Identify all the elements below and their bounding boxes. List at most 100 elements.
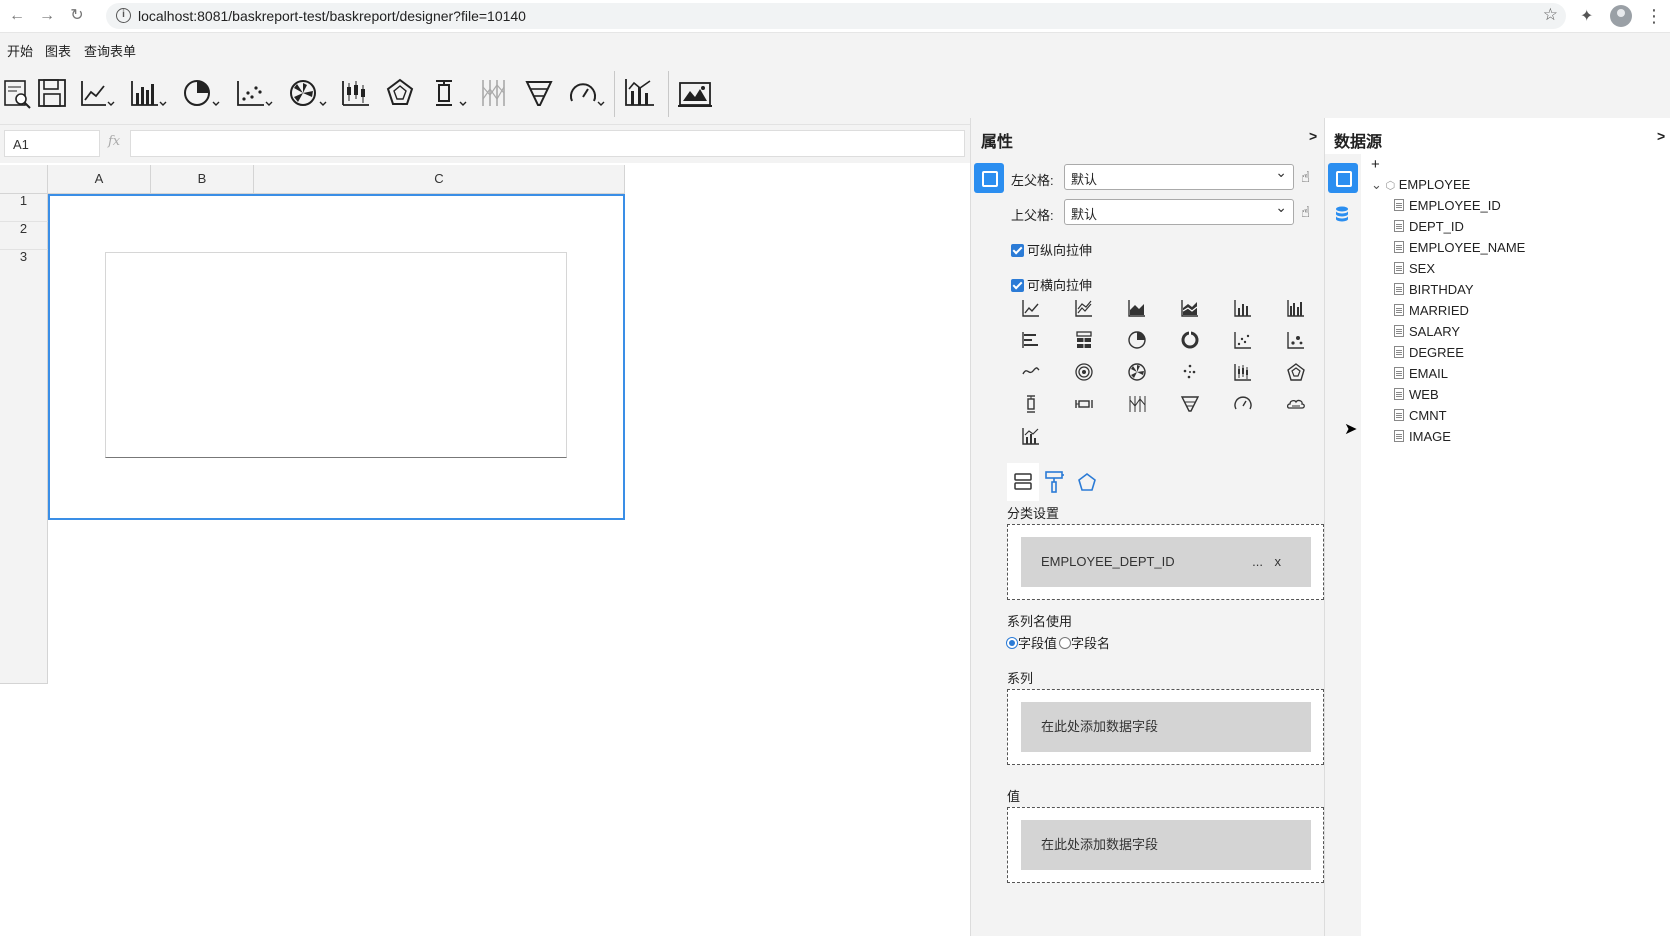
field-node[interactable]: SEX: [1394, 261, 1435, 276]
bar-chart-icon[interactable]: [130, 75, 170, 111]
database-icon[interactable]: [1335, 206, 1349, 223]
column-header-c[interactable]: C: [254, 165, 625, 194]
image-chart-icon[interactable]: [678, 75, 712, 111]
vertical-stretch-row[interactable]: 可纵向拉伸: [1011, 240, 1092, 259]
bubble-chart-type-icon[interactable]: [1286, 330, 1306, 350]
value-drop-zone[interactable]: 在此处添加数据字段: [1007, 807, 1324, 883]
dataset-tab-icon[interactable]: [1328, 163, 1358, 193]
dot-map-chart-type-icon[interactable]: [1180, 362, 1200, 382]
tab-shape-settings[interactable]: [1071, 463, 1103, 501]
pick-cell-hand-icon[interactable]: ☝: [1301, 203, 1310, 221]
stacked-bar-chart-type-icon[interactable]: [1074, 330, 1094, 350]
stacked-area-chart-type-icon[interactable]: [1180, 298, 1200, 318]
browser-menu-icon[interactable]: ⋮: [1645, 5, 1663, 27]
save-icon[interactable]: [37, 75, 67, 111]
tab-chart[interactable]: 图表: [45, 41, 72, 66]
back-icon[interactable]: ←: [6, 5, 28, 27]
field-name-radio[interactable]: [1059, 637, 1072, 649]
horizontal-stretch-checkbox[interactable]: [1011, 279, 1024, 292]
field-node[interactable]: SALARY: [1394, 324, 1460, 339]
donut-chart-type-icon[interactable]: [1180, 330, 1200, 350]
field-node[interactable]: MARRIED: [1394, 303, 1469, 318]
spreadsheet-grid[interactable]: A B C 1 2 3: [0, 163, 970, 936]
category-drop-zone[interactable]: EMPLOYEE_DEPT_ID ... x: [1007, 524, 1324, 600]
field-node[interactable]: BIRTHDAY: [1394, 282, 1474, 297]
word-cloud-chart-type-icon[interactable]: [1286, 394, 1306, 414]
chart-placeholder[interactable]: [105, 252, 567, 458]
radar-chart-icon[interactable]: [288, 75, 330, 111]
dataset-root-node[interactable]: ⌄ ⬡ EMPLOYEE: [1371, 177, 1470, 193]
tab-start[interactable]: 开始: [7, 41, 33, 60]
category-field-remove-button[interactable]: x: [1275, 537, 1282, 587]
field-node[interactable]: EMPLOYEE_NAME: [1394, 240, 1525, 255]
select-all-corner[interactable]: [0, 165, 48, 194]
preview-icon[interactable]: [3, 75, 33, 111]
site-info-icon[interactable]: i: [116, 8, 131, 23]
left-parent-select[interactable]: 默认: [1064, 164, 1294, 190]
profile-avatar-icon[interactable]: [1610, 5, 1632, 27]
field-value-radio-label[interactable]: 字段值: [1018, 636, 1057, 651]
category-field-chip[interactable]: EMPLOYEE_DEPT_ID ... x: [1021, 537, 1311, 587]
line-chart-icon[interactable]: [80, 75, 118, 111]
category-field-more-button[interactable]: ...: [1252, 537, 1263, 587]
field-node[interactable]: DEPT_ID: [1394, 219, 1464, 234]
parallel-chart-type-icon[interactable]: [1127, 394, 1147, 414]
add-dataset-button[interactable]: +: [1371, 156, 1380, 173]
candlestick-chart-type-icon[interactable]: [1233, 362, 1253, 382]
selected-cell-range[interactable]: [48, 194, 625, 520]
datasource-collapse-button[interactable]: >: [1657, 128, 1665, 144]
candlestick-chart-icon[interactable]: [341, 75, 371, 111]
address-bar[interactable]: i localhost:8081/baskreport-test/baskrep…: [106, 3, 1566, 29]
field-name-radio-label[interactable]: 字段名: [1071, 636, 1110, 651]
smooth-line-chart-type-icon[interactable]: [1021, 362, 1041, 382]
properties-collapse-button[interactable]: >: [1309, 128, 1317, 144]
cell-properties-tab-icon[interactable]: [974, 163, 1004, 193]
column-header-a[interactable]: A: [48, 165, 151, 194]
gauge-chart-type-icon[interactable]: [1233, 394, 1253, 414]
field-node[interactable]: CMNT: [1394, 408, 1447, 423]
column-header-b[interactable]: B: [151, 165, 254, 194]
top-parent-select[interactable]: 默认: [1064, 199, 1294, 225]
horizontal-bar-chart-type-icon[interactable]: [1021, 330, 1041, 350]
stacked-column-chart-type-icon[interactable]: [1286, 298, 1306, 318]
funnel-chart-icon[interactable]: [524, 75, 554, 111]
rose-chart-type-icon[interactable]: [1127, 362, 1147, 382]
chevron-down-icon[interactable]: ⌄: [1371, 177, 1382, 192]
multi-line-chart-type-icon[interactable]: [1074, 298, 1094, 318]
field-node[interactable]: DEGREE: [1394, 345, 1464, 360]
radar-chart-type-icon[interactable]: [1286, 362, 1306, 382]
scatter-chart-type-icon[interactable]: [1233, 330, 1253, 350]
gauge-bar-chart-icon[interactable]: [430, 75, 470, 111]
formula-input[interactable]: [130, 130, 965, 157]
tab-data-settings[interactable]: [1007, 463, 1039, 501]
pentagon-radar-icon[interactable]: [385, 75, 415, 111]
area-chart-type-icon[interactable]: [1127, 298, 1147, 318]
forward-icon[interactable]: →: [36, 5, 58, 27]
row-header-3[interactable]: 3: [0, 250, 48, 275]
bookmark-star-icon[interactable]: ☆: [1543, 5, 1558, 25]
field-node[interactable]: EMPLOYEE_ID: [1394, 198, 1501, 213]
combo-chart-icon[interactable]: [624, 75, 656, 111]
horizontal-stretch-row[interactable]: 可横向拉伸: [1011, 275, 1092, 294]
line-chart-type-icon[interactable]: [1021, 298, 1041, 318]
parallel-chart-icon[interactable]: [480, 75, 510, 111]
row-header-1[interactable]: 1: [0, 194, 48, 222]
box-plot-chart-type-icon[interactable]: [1021, 394, 1041, 414]
field-value-radio[interactable]: [1006, 637, 1018, 649]
scatter-chart-icon[interactable]: [236, 75, 276, 111]
pick-cell-hand-icon[interactable]: ☝: [1301, 168, 1310, 186]
field-node[interactable]: WEB: [1394, 387, 1439, 402]
funnel-chart-type-icon[interactable]: [1180, 394, 1200, 414]
series-drop-zone[interactable]: 在此处添加数据字段: [1007, 689, 1324, 765]
pie-chart-type-icon[interactable]: [1127, 330, 1147, 350]
horizontal-box-plot-chart-type-icon[interactable]: [1074, 394, 1094, 414]
extensions-icon[interactable]: ✦: [1580, 6, 1593, 26]
tab-style-settings[interactable]: [1039, 463, 1071, 501]
spiral-chart-type-icon[interactable]: [1074, 362, 1094, 382]
url-text[interactable]: localhost:8081/baskreport-test/baskrepor…: [138, 8, 526, 24]
pie-chart-icon[interactable]: [182, 75, 222, 111]
reload-icon[interactable]: ↻: [66, 5, 88, 27]
row-header-2[interactable]: 2: [0, 222, 48, 250]
column-chart-type-icon[interactable]: [1233, 298, 1253, 318]
field-node[interactable]: IMAGE: [1394, 429, 1451, 444]
